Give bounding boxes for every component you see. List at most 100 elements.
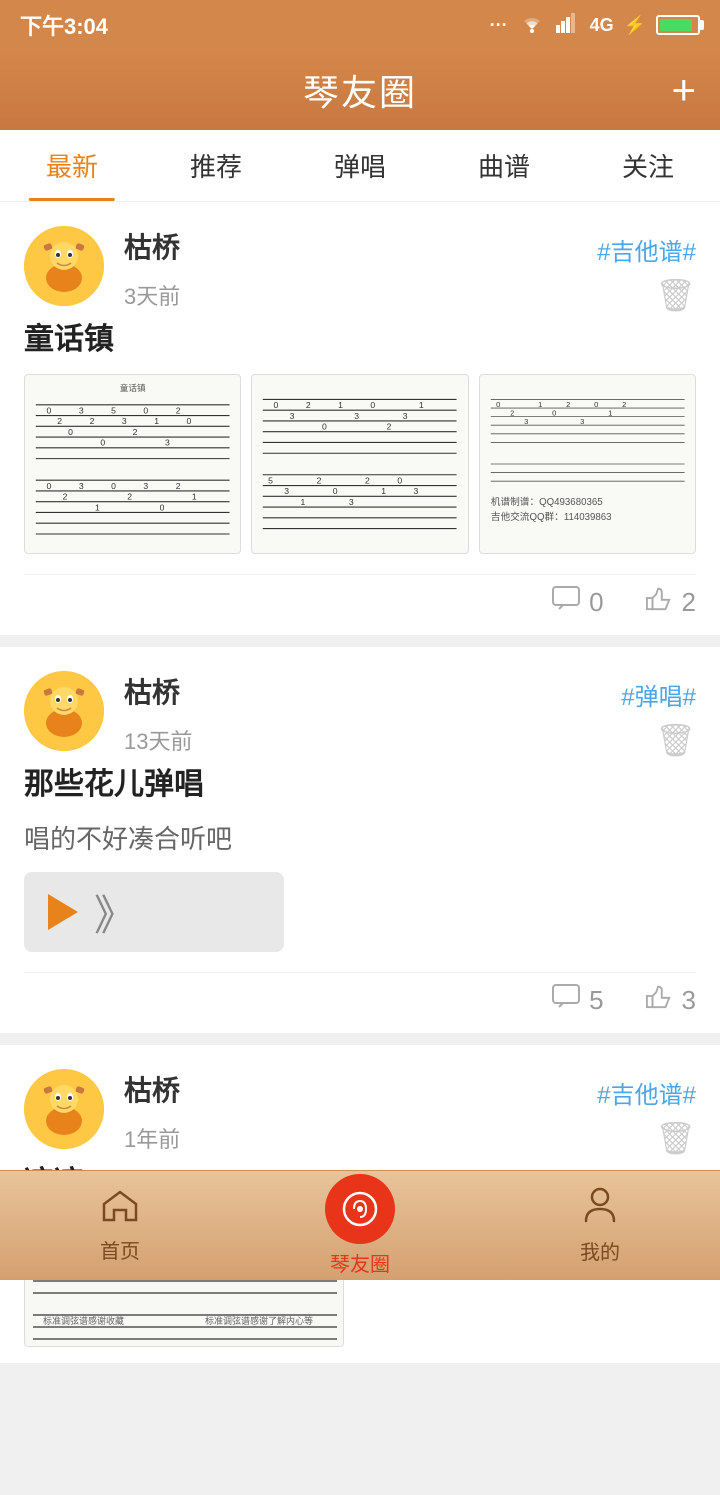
svg-text:0: 0	[186, 416, 191, 426]
avatar[interactable]	[24, 1069, 104, 1149]
delete-button[interactable]: 🗑	[655, 1119, 696, 1157]
post-title: 那些花儿弹唱	[24, 759, 696, 803]
svg-text:标准调弦谱感谢收藏: 标准调弦谱感谢收藏	[43, 1315, 124, 1326]
svg-text:3: 3	[79, 481, 84, 491]
person-icon	[583, 1187, 617, 1232]
sheet-image-2[interactable]: 0 3 2 0 1 3 0 2 3 1 5 3	[251, 374, 468, 554]
svg-text:1: 1	[382, 486, 387, 496]
svg-text:0: 0	[100, 438, 105, 448]
svg-text:3: 3	[122, 416, 127, 426]
user-name[interactable]: 枯桥	[124, 1069, 180, 1109]
post-desc: 唱的不好凑合听吧	[24, 819, 696, 856]
comment-count[interactable]: 5	[551, 983, 603, 1017]
signal-dots: ···	[490, 15, 508, 36]
qinyouquan-icon	[325, 1174, 395, 1244]
delete-button[interactable]: 🗑	[655, 276, 696, 314]
user-name[interactable]: 枯桥	[124, 226, 180, 266]
status-time: 下午3:04	[20, 9, 108, 41]
post-card: 枯桥 #吉他谱# 3天前 🗑 童话镇 童话镇	[0, 202, 720, 635]
svg-text:童话镇: 童话镇	[120, 382, 146, 393]
like-count[interactable]: 3	[644, 983, 696, 1017]
tab-follow[interactable]: 关注	[576, 130, 720, 201]
sheet-image-1[interactable]: 童话镇 0 2 0 3 2 0 5 3 2	[24, 374, 241, 554]
svg-text:3: 3	[414, 486, 419, 496]
svg-text:吉他交流QQ群：114039863: 吉他交流QQ群：114039863	[490, 510, 611, 523]
post-footer: 5 3	[24, 972, 696, 1017]
svg-text:标准调弦谱感谢了解内心等: 标准调弦谱感谢了解内心等	[205, 1315, 313, 1326]
nav-home[interactable]: 首页	[0, 1188, 240, 1264]
svg-text:0: 0	[333, 486, 338, 496]
svg-text:机谱制谱：QQ493680365: 机谱制谱：QQ493680365	[490, 495, 602, 508]
comment-icon	[551, 983, 581, 1017]
post-title: 童话镇	[24, 314, 696, 358]
svg-text:0: 0	[594, 400, 598, 409]
post-time: 1年前	[124, 1122, 180, 1154]
svg-text:3: 3	[290, 411, 295, 421]
page-title: 琴友圈	[303, 64, 417, 116]
svg-text:1: 1	[608, 409, 612, 418]
svg-text:2: 2	[510, 409, 514, 418]
post-tag[interactable]: #吉他谱#	[577, 1075, 696, 1110]
svg-text:3: 3	[143, 481, 148, 491]
svg-text:3: 3	[355, 411, 360, 421]
nav-qinyouquan[interactable]: 琴友圈	[240, 1174, 480, 1277]
svg-text:5: 5	[268, 475, 273, 485]
feed: 枯桥 #吉他谱# 3天前 🗑 童话镇 童话镇	[0, 202, 720, 1495]
svg-text:5: 5	[111, 405, 116, 415]
tab-performance[interactable]: 弹唱	[288, 130, 432, 201]
svg-text:2: 2	[90, 416, 95, 426]
svg-text:0: 0	[552, 409, 556, 418]
home-icon	[101, 1188, 139, 1231]
post-tag[interactable]: #吉他谱#	[577, 232, 696, 267]
svg-text:3: 3	[403, 411, 408, 421]
svg-text:3: 3	[79, 405, 84, 415]
play-button[interactable]	[48, 894, 78, 930]
like-count[interactable]: 2	[644, 585, 696, 619]
post-tag[interactable]: #弹唱#	[601, 677, 696, 712]
tab-score[interactable]: 曲谱	[432, 130, 576, 201]
post-meta: 枯桥 #弹唱# 13天前 🗑	[124, 671, 696, 759]
svg-text:0: 0	[68, 427, 73, 437]
svg-text:0: 0	[111, 481, 116, 491]
svg-text:0: 0	[322, 422, 327, 432]
nav-profile-label: 我的	[580, 1236, 620, 1265]
tab-latest[interactable]: 最新	[0, 130, 144, 201]
header: 琴友圈 +	[0, 50, 720, 130]
tab-recommended[interactable]: 推荐	[144, 130, 288, 201]
svg-text:0: 0	[143, 405, 148, 415]
battery-icon	[656, 15, 700, 35]
avatar[interactable]	[24, 671, 104, 751]
comment-count[interactable]: 0	[551, 585, 603, 619]
post-header: 枯桥 #吉他谱# 1年前 🗑	[24, 1069, 696, 1157]
delete-button[interactable]: 🗑	[655, 721, 696, 759]
status-icons: ··· 4G ⚡	[490, 13, 700, 38]
svg-text:2: 2	[622, 400, 626, 409]
svg-text:0: 0	[398, 475, 403, 485]
add-button[interactable]: +	[671, 69, 696, 111]
sheet-image-3[interactable]: 0 2 3 1 0 2 3 0 1 2 机谱制谱：QQ493680365 吉他交…	[479, 374, 696, 554]
post-header: 枯桥 #吉他谱# 3天前 🗑	[24, 226, 696, 314]
svg-text:1: 1	[154, 416, 159, 426]
svg-text:1: 1	[419, 400, 424, 410]
svg-text:3: 3	[580, 417, 584, 426]
svg-text:3: 3	[165, 438, 170, 448]
sheet-images: 童话镇 0 2 0 3 2 0 5 3 2	[24, 374, 696, 554]
signal-icon	[556, 13, 580, 38]
audio-player[interactable]: 》	[24, 872, 284, 952]
svg-text:2: 2	[63, 492, 68, 502]
avatar[interactable]	[24, 226, 104, 306]
svg-text:3: 3	[349, 497, 354, 507]
svg-text:1: 1	[338, 400, 343, 410]
svg-text:1: 1	[192, 492, 197, 502]
wifi-icon	[518, 13, 546, 38]
lightning-icon: ⚡	[624, 15, 646, 36]
user-name[interactable]: 枯桥	[124, 671, 180, 711]
svg-text:2: 2	[133, 427, 138, 437]
nav-profile[interactable]: 我的	[480, 1187, 720, 1265]
svg-text:1: 1	[538, 400, 542, 409]
svg-text:2: 2	[365, 475, 370, 485]
svg-text:1: 1	[301, 497, 306, 507]
nav-home-label: 首页	[100, 1235, 140, 1264]
svg-text:2: 2	[57, 416, 62, 426]
svg-text:2: 2	[176, 481, 181, 491]
